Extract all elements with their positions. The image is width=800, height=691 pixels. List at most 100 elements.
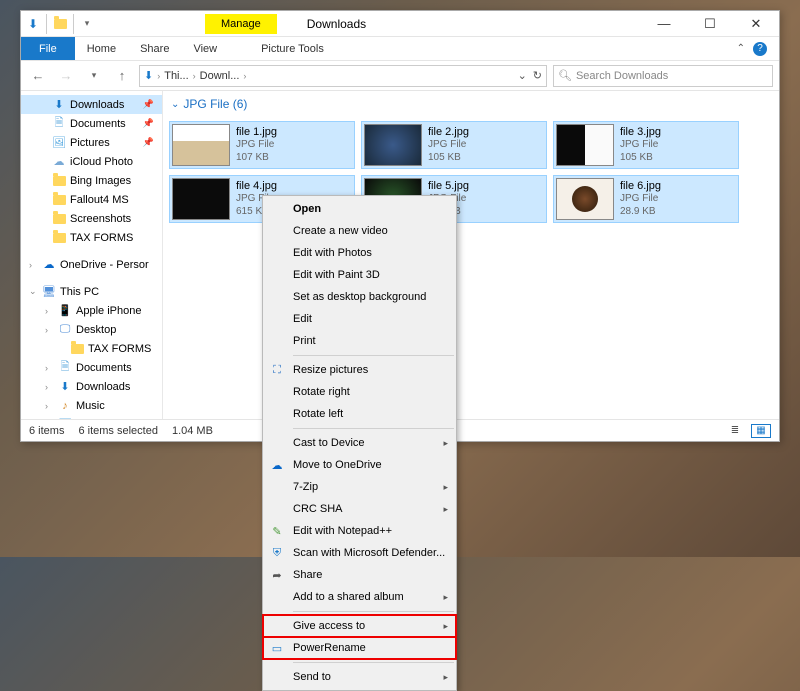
ctx-notepadpp[interactable]: ✎Edit with Notepad++ (263, 520, 456, 542)
ctx-crc-sha[interactable]: CRC SHA▸ (263, 498, 456, 520)
file-item[interactable]: file 1.jpgJPG File107 KB (169, 121, 355, 169)
sidebar-item-desktop[interactable]: ›🖵Desktop (21, 320, 162, 339)
sidebar-item-documents[interactable]: 🗎Documents📌 (21, 114, 162, 133)
notepad-icon: ✎ (269, 523, 285, 539)
pc-icon: 🖥 (42, 285, 56, 299)
ctx-shared-album[interactable]: Add to a shared album▸ (263, 586, 456, 608)
sidebar-item-music[interactable]: ›♪Music (21, 396, 162, 415)
chevron-right-icon: ▸ (443, 672, 448, 683)
pic-icon: 🖼 (52, 136, 66, 150)
ctx-send-to[interactable]: Send to▸ (263, 666, 456, 688)
folder-icon[interactable] (52, 16, 68, 32)
file-size: 105 KB (620, 152, 661, 165)
address-bar[interactable]: ⬇ › Thi... › Downl... › ⌄ ↻ (139, 65, 547, 87)
sidebar-item-fallout4-ms[interactable]: Fallout4 MS (21, 190, 162, 209)
minimize-button[interactable]: — (641, 11, 687, 37)
sidebar-item-tax-forms[interactable]: TAX FORMS (21, 339, 162, 358)
details-view-icon[interactable]: ≣ (725, 424, 745, 438)
home-tab[interactable]: Home (75, 37, 128, 60)
ctx-edit-paint3d[interactable]: Edit with Paint 3D (263, 264, 456, 286)
ribbon-expand-icon[interactable]: ⌃ (737, 43, 745, 54)
ctx-new-video[interactable]: Create a new video (263, 220, 456, 242)
ctx-set-wallpaper[interactable]: Set as desktop background (263, 286, 456, 308)
file-item[interactable]: file 2.jpgJPG File105 KB (361, 121, 547, 169)
ctx-edit-photos[interactable]: Edit with Photos (263, 242, 456, 264)
sidebar-item-bing-images[interactable]: Bing Images (21, 171, 162, 190)
share-tab[interactable]: Share (128, 37, 181, 60)
sidebar-item-tax-forms[interactable]: TAX FORMS (21, 228, 162, 247)
up-button[interactable]: ↑ (111, 65, 133, 87)
sidebar-item-documents[interactable]: ›🗎Documents (21, 358, 162, 377)
doc-icon: 🗎 (58, 361, 72, 375)
down-arrow-icon[interactable]: ⬇ (25, 16, 41, 32)
ctx-open[interactable]: Open (263, 198, 456, 220)
breadcrumb-folder[interactable]: Downl... (200, 70, 240, 82)
back-button[interactable]: ← (27, 65, 49, 87)
view-tab[interactable]: View (181, 37, 229, 60)
ctx-give-access[interactable]: Give access to▸ (263, 615, 456, 637)
separator (293, 662, 454, 663)
ctx-powerrename[interactable]: ▭PowerRename (263, 637, 456, 659)
refresh-icon[interactable]: ↻ (533, 69, 542, 82)
folder-icon (52, 212, 66, 226)
tiles-view-icon[interactable]: ▦ (751, 424, 771, 438)
titlebar: ⬇ ▾ Manage Downloads — ☐ ✕ (21, 11, 779, 37)
ribbon-contextual-tab[interactable]: Manage (205, 14, 277, 34)
forward-button[interactable]: → (55, 65, 77, 87)
ctx-edit[interactable]: Edit (263, 308, 456, 330)
sidebar-item-downloads[interactable]: ⬇Downloads📌 (21, 95, 162, 114)
ctx-cast[interactable]: Cast to Device▸ (263, 432, 456, 454)
sidebar-item-pictures[interactable]: 🖼 Pictures 📌 (21, 133, 162, 152)
sidebar-item-label: Downloads (70, 99, 124, 111)
ctx-print[interactable]: Print (263, 330, 456, 352)
ctx-defender-scan[interactable]: ⛨Scan with Microsoft Defender... (263, 542, 456, 564)
sidebar-item-label: Fallout4 MS (70, 194, 129, 206)
sidebar-item-downloads[interactable]: ›⬇Downloads (21, 377, 162, 396)
help-icon[interactable]: ? (753, 42, 767, 56)
maximize-button[interactable]: ☐ (687, 11, 733, 37)
files-grid: file 1.jpgJPG File107 KBfile 2.jpgJPG Fi… (163, 117, 779, 227)
recent-dropdown[interactable]: ▾ (83, 65, 105, 87)
separator (293, 355, 454, 356)
ctx-resize-pictures[interactable]: ⛶Resize pictures (263, 359, 456, 381)
file-name: file 1.jpg (236, 126, 277, 140)
cloud-icon: ☁ (269, 457, 285, 473)
file-thumbnail (172, 178, 230, 220)
file-tab[interactable]: File (21, 37, 75, 60)
ctx-7zip[interactable]: 7-Zip▸ (263, 476, 456, 498)
ctx-share[interactable]: ➦Share (263, 564, 456, 586)
file-size: 107 KB (236, 152, 277, 165)
separator (293, 611, 454, 612)
chevron-right-icon: › (29, 260, 38, 270)
chevron-down-icon: ⌄ (29, 286, 38, 297)
desktop-icon: 🖵 (58, 323, 72, 337)
ctx-rotate-left[interactable]: Rotate left (263, 403, 456, 425)
group-header[interactable]: ⌄ JPG File (6) (163, 91, 779, 117)
file-item[interactable]: file 6.jpgJPG File28.9 KB (553, 175, 739, 223)
file-size: 105 KB (428, 152, 469, 165)
file-view: ⌄ JPG File (6) file 1.jpgJPG File107 KBf… (163, 91, 779, 419)
chevron-right-icon: ▸ (443, 504, 448, 515)
ctx-move-onedrive[interactable]: ☁Move to OneDrive (263, 454, 456, 476)
picture-tools-tab[interactable]: Picture Tools (249, 37, 336, 60)
sidebar-item-icloud-photo[interactable]: ☁iCloud Photo (21, 152, 162, 171)
search-input[interactable]: 🔍︎ Search Downloads (553, 65, 773, 87)
breadcrumb-root[interactable]: Thi... (164, 70, 188, 82)
close-button[interactable]: ✕ (733, 11, 779, 37)
qat-dropdown-icon[interactable]: ▾ (79, 16, 95, 32)
file-size: 28.9 KB (620, 206, 661, 219)
search-placeholder: Search Downloads (576, 70, 668, 82)
download-icon: ⬇ (144, 69, 153, 82)
chevron-down-icon: ⌄ (171, 99, 179, 110)
sidebar-item-screenshots[interactable]: Screenshots (21, 209, 162, 228)
sidebar-item-label: Music (76, 400, 105, 412)
pin-icon: 📌 (143, 137, 154, 148)
sidebar-onedrive[interactable]: › ☁ OneDrive - Persor (21, 255, 162, 274)
sidebar-item-label: Pictures (70, 137, 110, 149)
sidebar-this-pc[interactable]: ⌄ 🖥 This PC (21, 282, 162, 301)
sidebar-item-apple-iphone[interactable]: ›📱Apple iPhone (21, 301, 162, 320)
addr-dropdown-icon[interactable]: ⌄ (518, 69, 527, 82)
file-item[interactable]: file 3.jpgJPG File105 KB (553, 121, 739, 169)
ctx-rotate-right[interactable]: Rotate right (263, 381, 456, 403)
chevron-right-icon: ▸ (443, 438, 448, 449)
